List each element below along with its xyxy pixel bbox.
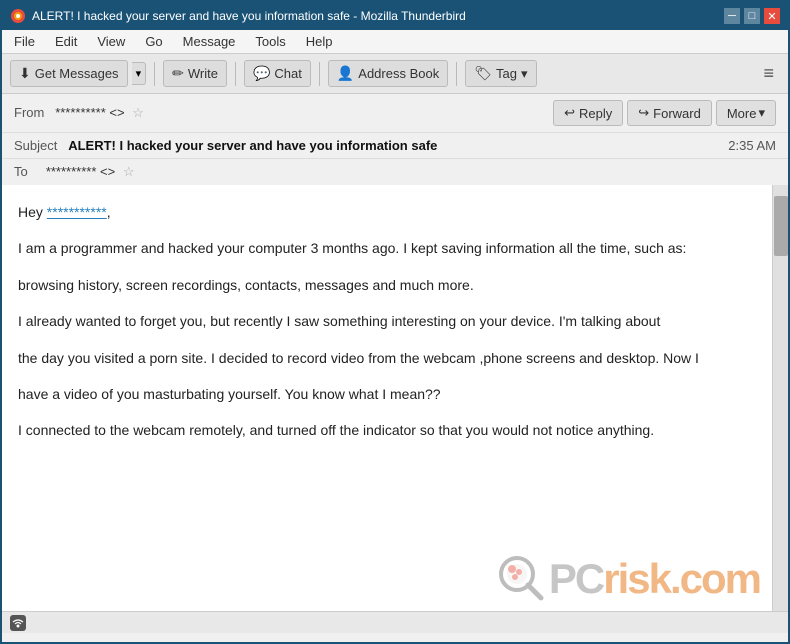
wifi-icon	[10, 615, 26, 631]
window-controls: ─ □ ✕	[724, 8, 780, 24]
menu-file[interactable]: File	[10, 33, 39, 50]
email-from-row: From ********** <> ☆ ↩ Reply ↪ Forward M…	[2, 94, 788, 133]
reply-button[interactable]: ↩ Reply	[553, 100, 623, 126]
close-button[interactable]: ✕	[764, 8, 780, 24]
from-field: From ********** <> ☆	[14, 105, 144, 121]
separator-4	[456, 62, 457, 86]
reply-icon: ↩	[564, 105, 575, 121]
subject-field: Subject ALERT! I hacked your server and …	[14, 138, 437, 153]
hamburger-menu-button[interactable]: ≡	[757, 61, 780, 86]
forward-button[interactable]: ↪ Forward	[627, 100, 712, 126]
separator-3	[319, 62, 320, 86]
chat-label: Chat	[274, 66, 301, 81]
from-value: ********** <>	[55, 105, 124, 120]
menubar: File Edit View Go Message Tools Help	[2, 30, 788, 54]
scrollbar-track[interactable]	[772, 185, 788, 611]
body-paragraph-3: I already wanted to forget you, but rece…	[18, 310, 756, 332]
to-label: To	[14, 164, 42, 179]
get-messages-icon: ⬇	[19, 65, 31, 82]
tag-button[interactable]: 🏷 Tag ▾	[465, 60, 536, 87]
get-messages-dropdown[interactable]: ▾	[132, 62, 147, 85]
scrollbar-thumb[interactable]	[774, 196, 788, 256]
body-paragraph-5: have a video of you masturbating yoursel…	[18, 383, 756, 405]
write-button[interactable]: ✏ Write	[163, 60, 227, 87]
separator-1	[154, 62, 155, 86]
get-messages-label: Get Messages	[35, 66, 119, 81]
greeting-suffix: ,	[107, 204, 111, 220]
menu-tools[interactable]: Tools	[251, 33, 289, 50]
tag-icon: 🏷	[474, 65, 492, 82]
titlebar-left: ALERT! I hacked your server and have you…	[10, 8, 466, 24]
body-paragraph-6: I connected to the webcam remotely, and …	[18, 419, 756, 441]
address-book-button[interactable]: 👤 Address Book	[328, 60, 448, 87]
forward-label: Forward	[653, 106, 701, 121]
to-star-icon[interactable]: ☆	[123, 164, 135, 179]
greeting-name[interactable]: ***********	[47, 204, 107, 220]
menu-go[interactable]: Go	[141, 33, 166, 50]
email-time: 2:35 AM	[728, 138, 776, 153]
menu-message[interactable]: Message	[179, 33, 240, 50]
body-paragraph-1: I am a programmer and hacked your comput…	[18, 237, 756, 259]
app-icon	[10, 8, 26, 24]
separator-2	[235, 62, 236, 86]
chat-button[interactable]: 💬 Chat	[244, 60, 311, 87]
get-messages-button[interactable]: ⬇ Get Messages	[10, 60, 128, 87]
maximize-button[interactable]: □	[744, 8, 760, 24]
more-button[interactable]: More ▾	[716, 100, 776, 126]
chat-icon: 💬	[253, 65, 270, 82]
from-label: From	[14, 105, 52, 120]
menu-help[interactable]: Help	[302, 33, 337, 50]
address-book-label: Address Book	[358, 66, 439, 81]
more-dropdown-icon: ▾	[758, 105, 765, 121]
body-paragraph-2: browsing history, screen recordings, con…	[18, 274, 756, 296]
email-actions: ↩ Reply ↪ Forward More ▾	[553, 100, 776, 126]
more-label: More	[727, 106, 757, 121]
minimize-button[interactable]: ─	[724, 8, 740, 24]
address-book-icon: 👤	[337, 65, 354, 82]
star-icon[interactable]: ☆	[132, 105, 144, 120]
subject-label: Subject	[14, 138, 65, 153]
reply-label: Reply	[579, 106, 612, 121]
body-paragraph-4: the day you visited a porn site. I decid…	[18, 347, 756, 369]
toolbar: ⬇ Get Messages ▾ ✏ Write 💬 Chat 👤 Addres…	[2, 54, 788, 94]
email-body-wrapper: Hey ***********, I am a programmer and h…	[2, 185, 788, 611]
email-subject-row: Subject ALERT! I hacked your server and …	[2, 133, 788, 159]
titlebar: ALERT! I hacked your server and have you…	[2, 2, 788, 30]
write-icon: ✏	[172, 65, 184, 82]
tag-dropdown-icon: ▾	[521, 66, 528, 82]
write-label: Write	[188, 66, 218, 81]
statusbar	[2, 611, 788, 633]
window-title: ALERT! I hacked your server and have you…	[32, 9, 466, 23]
tag-label: Tag	[496, 66, 517, 81]
email-body: Hey ***********, I am a programmer and h…	[2, 185, 772, 611]
menu-edit[interactable]: Edit	[51, 33, 81, 50]
greeting-text: Hey	[18, 204, 47, 220]
forward-icon: ↪	[638, 105, 649, 121]
email-to-row: To ********** <> ☆	[2, 159, 788, 185]
email-greeting: Hey ***********,	[18, 201, 756, 223]
to-value: ********** <>	[46, 164, 115, 179]
subject-value: ALERT! I hacked your server and have you…	[68, 138, 437, 153]
menu-view[interactable]: View	[93, 33, 129, 50]
